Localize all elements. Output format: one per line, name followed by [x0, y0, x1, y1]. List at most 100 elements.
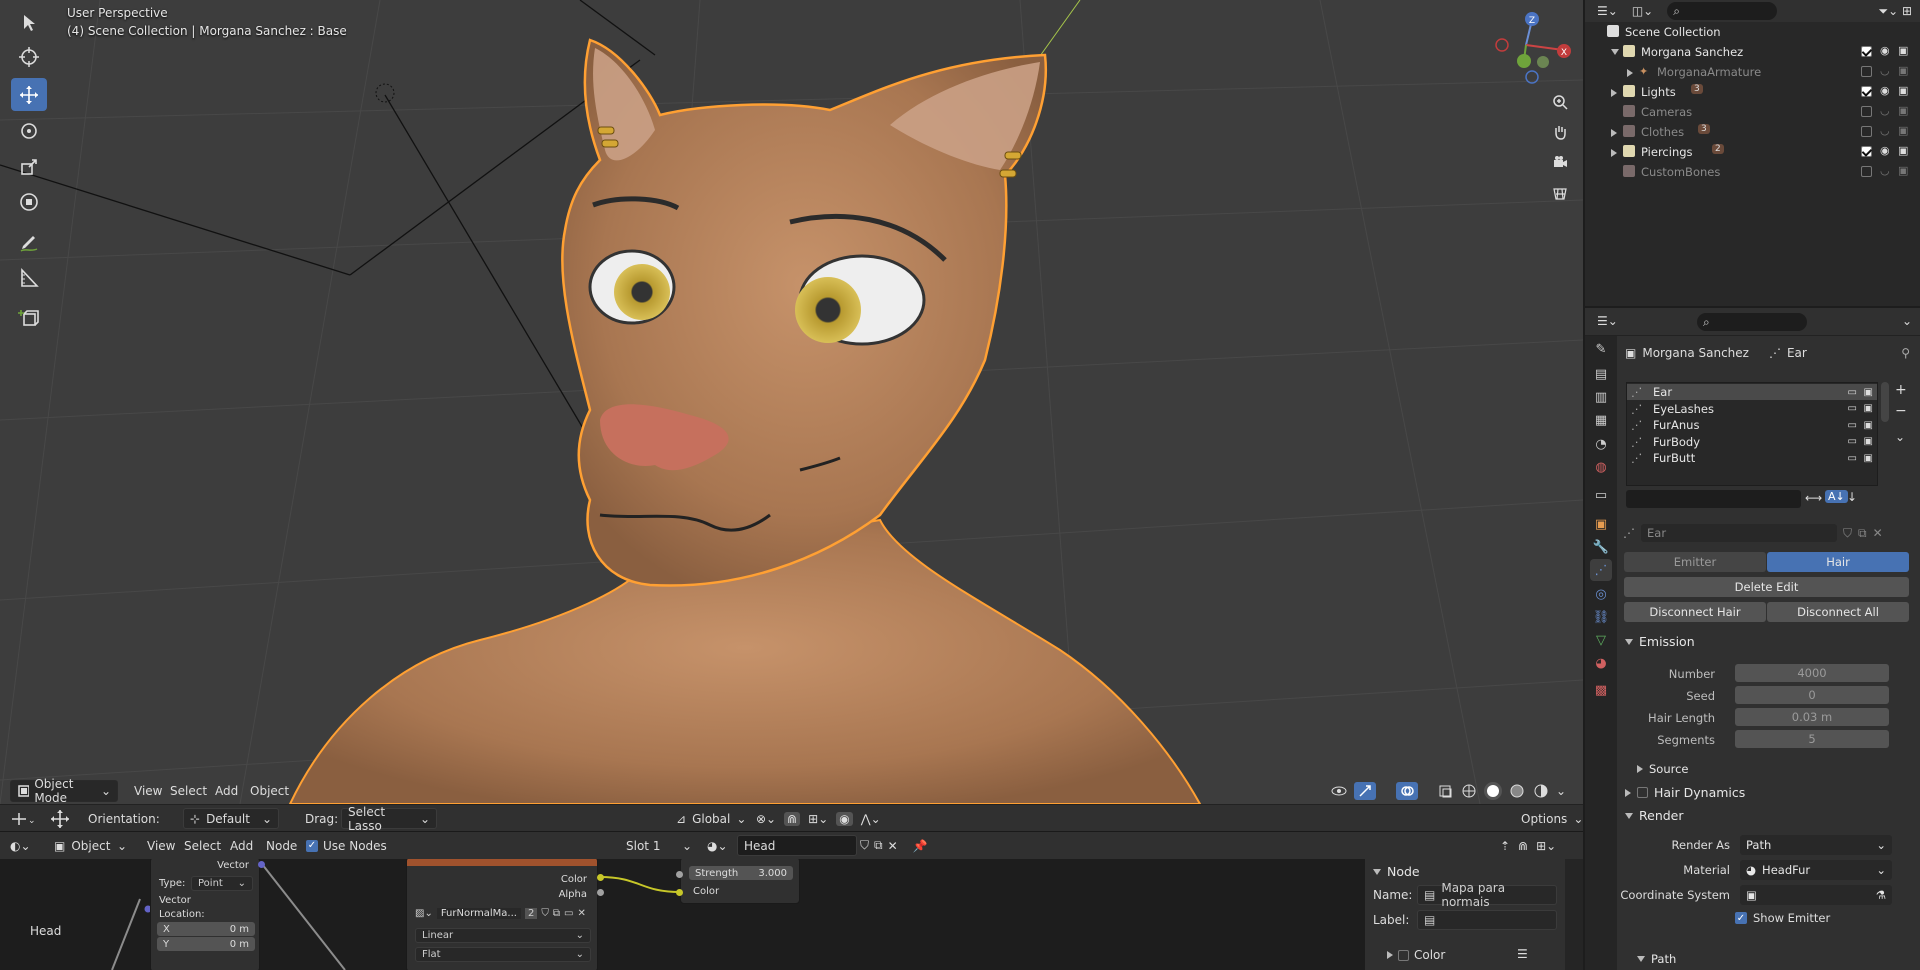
visibility-eye-icon[interactable]: ◉ [1880, 44, 1890, 57]
chevron-right-icon[interactable] [1611, 149, 1617, 157]
visibility-eye-icon[interactable]: ◉ [1880, 144, 1890, 157]
normal-map-node[interactable]: Strength 3.000 Color [680, 859, 800, 904]
pin-icon[interactable]: 📌 [913, 839, 928, 853]
exclude-checkbox[interactable] [1861, 86, 1872, 97]
chevron-down-icon[interactable]: ⌄ [1902, 314, 1912, 328]
outliner-row[interactable]: Morgana Sanchez ◉ ▣ [1585, 42, 1920, 62]
monitor-icon[interactable]: ▭ [1848, 453, 1857, 464]
physics-tab-icon[interactable]: ◎ [1590, 583, 1612, 605]
menu-select[interactable]: Select [164, 780, 213, 802]
render-panel-header[interactable]: Render [1625, 808, 1684, 823]
strength-input-socket[interactable] [676, 871, 683, 878]
orientation-dropdown[interactable]: ⊹ Default ⌄ [183, 808, 279, 829]
3d-viewport[interactable]: Z X User Perspective (4) Scene Collectio… [0, 0, 1583, 804]
monitor-icon[interactable]: ▭ [1848, 420, 1857, 431]
render-camera-icon[interactable]: ▣ [1898, 44, 1908, 57]
camera-view-button[interactable] [1548, 150, 1572, 174]
emission-panel-header[interactable]: Emission [1625, 634, 1695, 649]
display-mode-icon[interactable]: ◫⌄ [1632, 4, 1653, 18]
menu-object[interactable]: Object [244, 780, 295, 802]
mapping-node[interactable]: Vector Type: Point ⌄ Vector Location: X 0 … [150, 859, 260, 970]
wireframe-shading-icon[interactable] [1460, 782, 1478, 800]
node-menu-add[interactable]: Add [230, 835, 253, 856]
show-emitter-toggle[interactable]: ✓ Show Emitter [1735, 911, 1830, 925]
drag-dropdown[interactable]: Select Lasso ⌄ [341, 805, 437, 833]
visibility-eye-icon[interactable]: ◉ [1880, 84, 1890, 97]
character-model[interactable] [288, 38, 1202, 804]
visibility-eye-icon[interactable]: ◡ [1880, 104, 1890, 117]
slot-dropdown[interactable]: Slot 1 ⌄ [620, 835, 698, 856]
pan-button[interactable] [1548, 120, 1572, 144]
outliner-row[interactable]: Cameras ◡ ▣ [1585, 102, 1920, 122]
chevron-right-icon[interactable] [1611, 129, 1617, 137]
scale-tool[interactable] [11, 150, 47, 183]
render-camera-icon[interactable]: ▣ [1864, 403, 1873, 414]
eyedropper-icon[interactable]: ⚗ [1876, 888, 1886, 902]
location-y-field[interactable]: Y 0 m [157, 937, 255, 951]
node-label-field[interactable]: ▤ [1417, 910, 1557, 930]
image-texture-node[interactable]: Color Alpha ▨⌄ FurNormalMa... 2 ⛉ ⧉ ▭ ✕ … [406, 859, 598, 970]
pivot-icon[interactable]: ⊗⌄ [756, 812, 776, 826]
properties-search-input[interactable]: ⌕ [1697, 313, 1807, 331]
particle-settings-selector[interactable]: ⋰ Ear ⛉ ⧉ ✕ [1623, 523, 1913, 543]
list-filter-input[interactable] [1626, 490, 1801, 508]
output-tab-icon[interactable]: ▥ [1590, 386, 1612, 408]
filter-icon[interactable]: ⏷⌄ ⊞ [1878, 4, 1912, 19]
visibility-eye-icon[interactable]: ◡ [1880, 64, 1890, 77]
particle-list-item[interactable]: ⋰ FurButt ▭ ▣ [1627, 450, 1877, 466]
segments-field[interactable]: 5 [1735, 730, 1889, 748]
options-dropdown[interactable]: Options ⌄ [1515, 808, 1583, 829]
pin-icon[interactable]: ⚲ [1901, 346, 1910, 360]
render-camera-icon[interactable]: ▣ [1864, 453, 1873, 464]
duplicate-icon[interactable]: ⧉ [1858, 526, 1867, 541]
falloff-icon[interactable]: ⋀⌄ [861, 812, 881, 826]
color-panel-header[interactable]: Color [1387, 948, 1445, 962]
material-shading-icon[interactable] [1508, 782, 1526, 800]
measure-tool[interactable] [11, 261, 47, 294]
ortho-toggle-button[interactable] [1548, 181, 1572, 205]
particle-list-item[interactable]: ⋰ Ear ▭ ▣ [1627, 384, 1877, 400]
visibility-icon[interactable] [1330, 782, 1348, 800]
hair-dynamics-panel-header[interactable]: Hair Dynamics [1625, 785, 1745, 800]
disconnect-hair-button[interactable]: Disconnect Hair [1624, 602, 1766, 622]
snap-magnet-icon[interactable]: ⋒ [784, 811, 801, 826]
visibility-eye-icon[interactable]: ◡ [1880, 124, 1890, 137]
render-camera-icon[interactable]: ▣ [1898, 104, 1908, 117]
render-camera-icon[interactable]: ▣ [1898, 64, 1908, 77]
interpolation-dropdown[interactable]: Linear ⌄ [415, 928, 591, 943]
particle-list-item[interactable]: ⋰ EyeLashes ▭ ▣ [1627, 401, 1877, 417]
coordinate-system-field[interactable]: ▣ ⚗ [1740, 885, 1892, 905]
vector-output-socket[interactable] [258, 861, 265, 868]
cursor-tool[interactable] [11, 40, 47, 73]
node-menu-select[interactable]: Select [184, 835, 221, 856]
editor-type-selector[interactable]: ◐⌄ [10, 835, 31, 856]
number-field[interactable]: 4000 [1735, 664, 1889, 682]
tool-icon-selector[interactable]: ⌄ [10, 808, 34, 829]
render-tab-icon[interactable]: ▤ [1590, 363, 1612, 385]
hair-length-field[interactable]: 0.03 m [1735, 708, 1889, 726]
gizmo-toggle-icon[interactable] [1354, 782, 1376, 800]
parent-node-icon[interactable]: ⇡ [1500, 839, 1510, 853]
color-output-socket[interactable] [597, 874, 604, 881]
chevron-right-icon[interactable] [1611, 89, 1617, 97]
render-camera-icon[interactable]: ▣ [1898, 164, 1908, 177]
seed-field[interactable]: 0 [1735, 686, 1889, 704]
constraints-tab-icon[interactable]: ⛓ [1590, 606, 1612, 628]
projection-dropdown[interactable]: Flat ⌄ [415, 947, 591, 962]
view-layer-tab-icon[interactable]: ▦ [1590, 409, 1612, 431]
sidebar-tabs[interactable] [1565, 859, 1583, 970]
use-nodes-toggle[interactable]: ✓ Use Nodes [306, 835, 387, 856]
exclude-checkbox[interactable] [1861, 126, 1872, 137]
list-icon[interactable]: ☰ [1517, 947, 1528, 961]
source-subpanel-header[interactable]: Source [1637, 762, 1689, 776]
exclude-checkbox[interactable] [1861, 166, 1872, 177]
add-slot-icon[interactable]: + [1895, 382, 1907, 398]
tool-tab-icon[interactable]: ✎ [1590, 338, 1612, 360]
render-camera-icon[interactable]: ▣ [1898, 124, 1908, 137]
solid-shading-icon[interactable] [1484, 782, 1502, 800]
location-x-field[interactable]: X 0 m [157, 922, 255, 936]
node-editor-canvas[interactable]: Head Vector Type: Point ⌄ Vector Location… [0, 859, 1583, 970]
duplicate-icon[interactable]: ⧉ [553, 908, 560, 919]
rotate-tool[interactable] [11, 114, 47, 147]
render-camera-icon[interactable]: ▣ [1864, 387, 1873, 398]
